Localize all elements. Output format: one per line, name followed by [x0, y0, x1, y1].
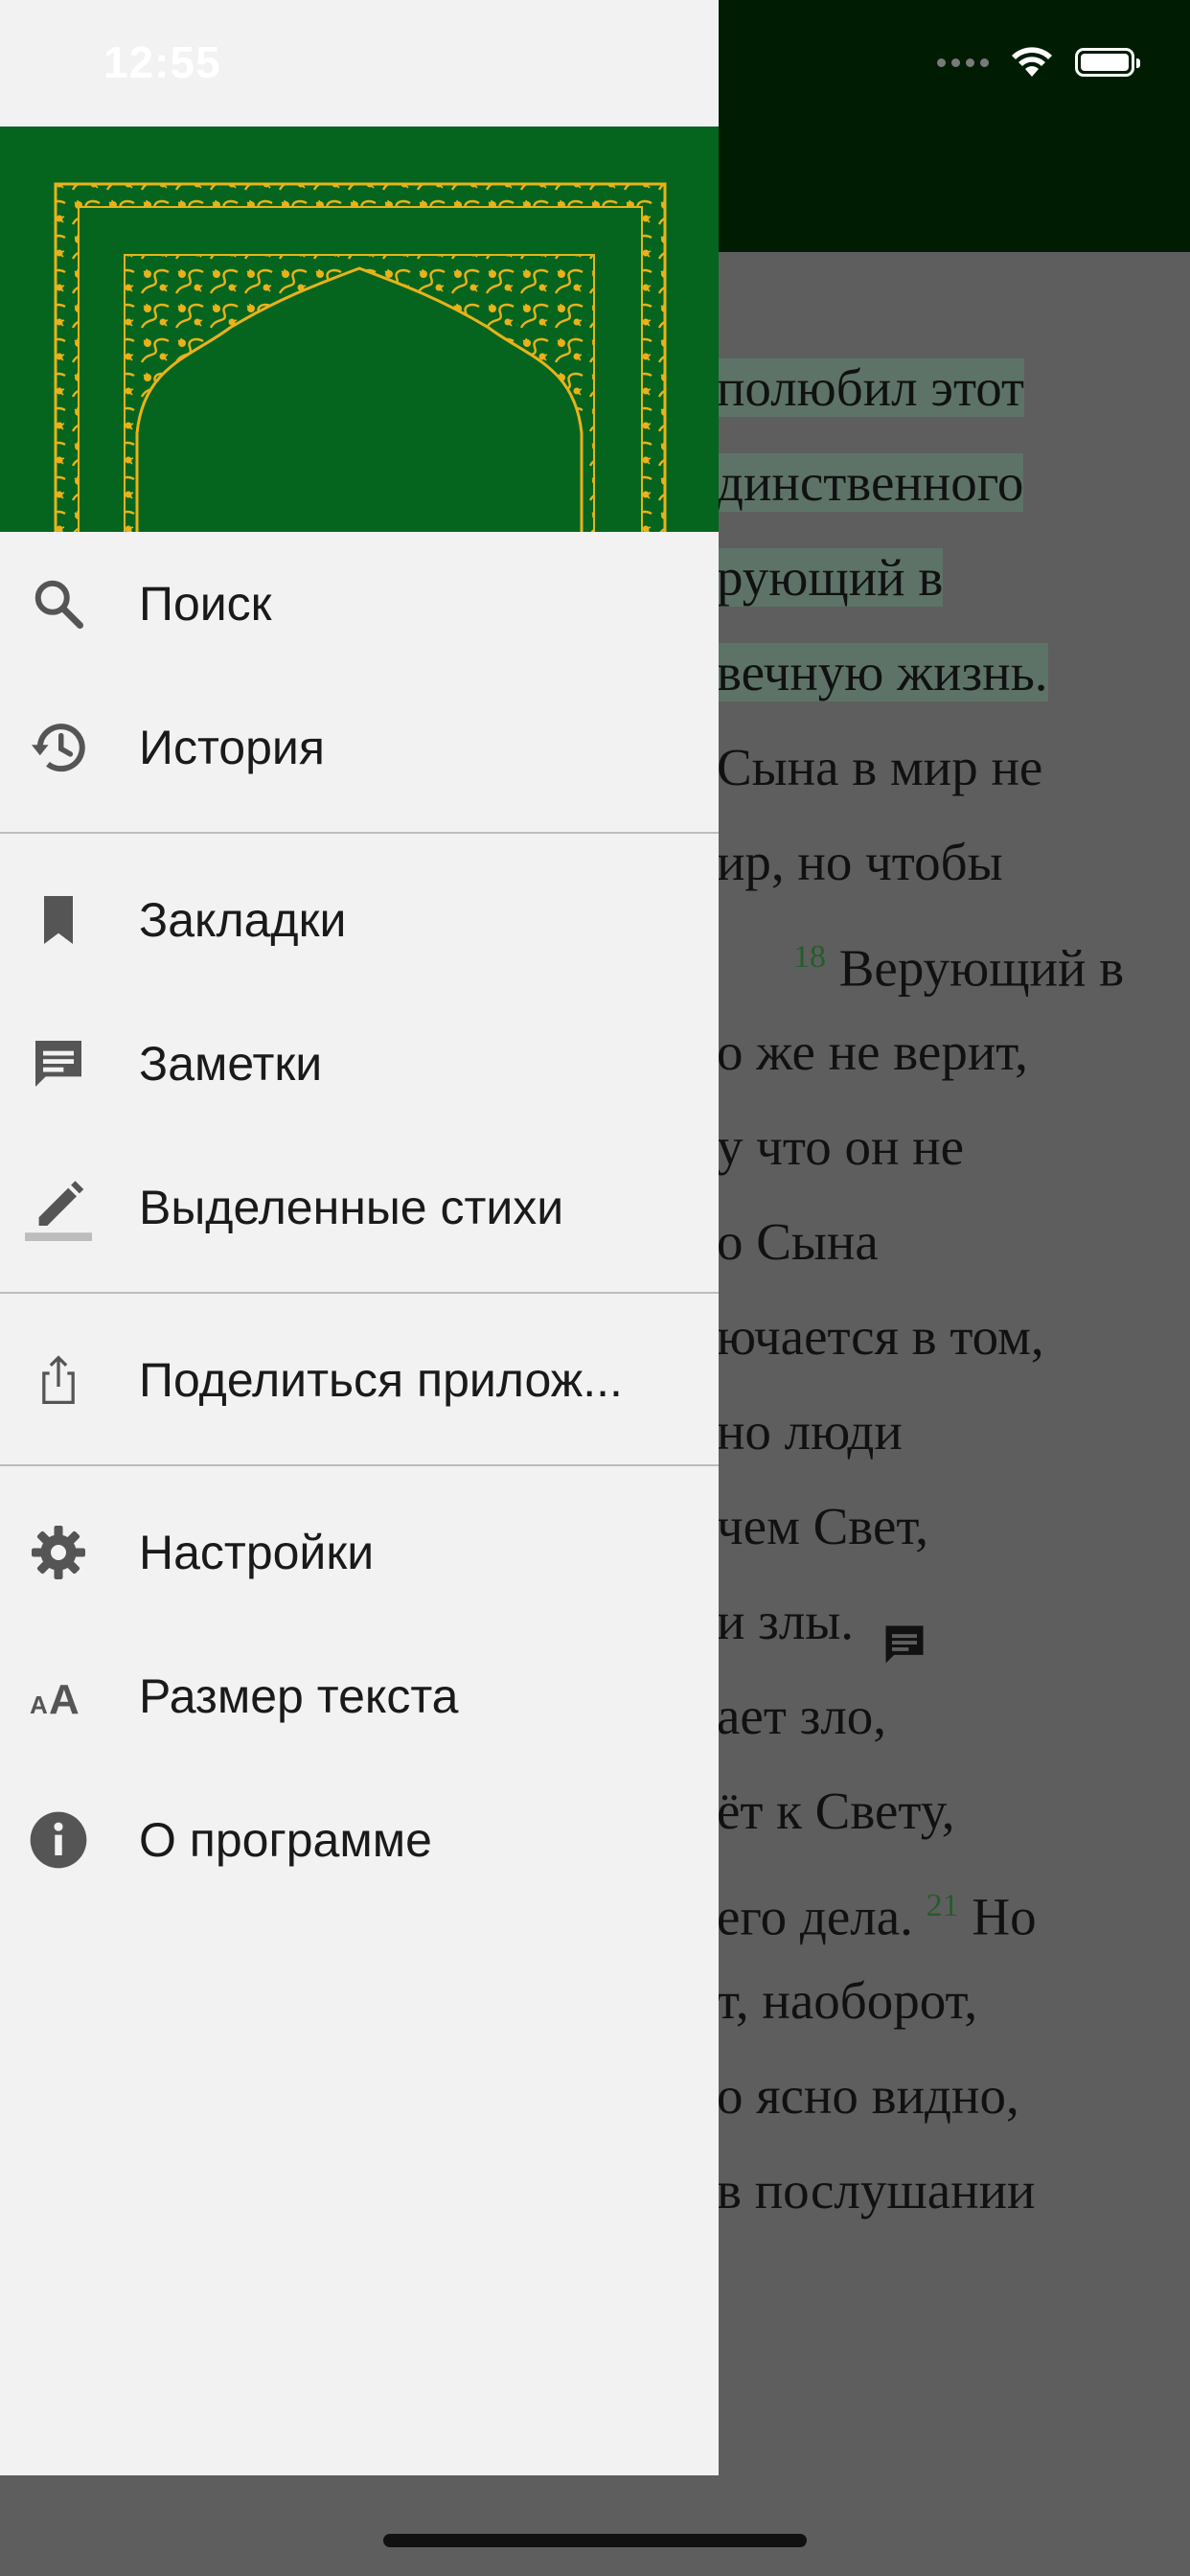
- reader-line: Сына в мир не: [717, 720, 1167, 815]
- reader-line: полюбил этот: [717, 340, 1167, 435]
- reader-line: чем Свет,: [717, 1479, 1167, 1574]
- reader-line-text: и злы.: [717, 1592, 855, 1650]
- reader-text: полюбил этот динственного рующий в вечную ж…: [717, 340, 1167, 2238]
- reader-line-text: о же не верит,: [717, 1023, 1028, 1081]
- highlighter-icon: [25, 1174, 92, 1241]
- reader-line-text: чем Свет,: [717, 1497, 929, 1555]
- menu-item-highlights-label: Выделенные стихи: [139, 1181, 564, 1234]
- reader-line: динственного: [717, 435, 1167, 530]
- verse-number: 18: [793, 939, 826, 975]
- menu-item-bookmarks-label: Закладки: [139, 893, 347, 947]
- reader-line: ёт к Свету,: [717, 1763, 1167, 1858]
- menu-divider: [0, 1464, 719, 1466]
- navigation-drawer: 12:55 Поиск История Закладки Заметки Выд…: [0, 0, 719, 2475]
- menu-item-share-label: Поделиться прилож...: [139, 1353, 623, 1407]
- reader-line-text: т, наоборот,: [717, 1971, 978, 2030]
- reader-line: вечную жизнь.: [717, 625, 1167, 720]
- status-time: 12:55: [103, 37, 221, 87]
- reader-line-text: о ясно видно,: [717, 2066, 1019, 2125]
- menu-divider: [0, 1292, 719, 1294]
- drawer-banner: [0, 126, 719, 532]
- reader-line: в послушании: [717, 2143, 1167, 2238]
- svg-text:A: A: [30, 1690, 48, 1719]
- reader-line-text: ир, но чтобы: [717, 833, 1003, 891]
- reader-line: и злы.: [717, 1574, 1167, 1668]
- home-indicator[interactable]: [383, 2534, 807, 2547]
- battery-icon: [1075, 48, 1140, 77]
- menu-item-history-label: История: [139, 721, 325, 774]
- reader-line: ючается в том,: [717, 1289, 1167, 1384]
- reader-line: о ясно видно,: [717, 2048, 1167, 2143]
- menu-item-text-size[interactable]: AA Размер текста: [0, 1624, 719, 1768]
- share-icon: [25, 1346, 92, 1414]
- reader-line: о Сына: [717, 1194, 1167, 1289]
- reader-line-text: ёт к Свету,: [717, 1782, 955, 1840]
- status-icons: [937, 46, 1140, 79]
- menu-divider: [0, 832, 719, 834]
- reader-line-text: его дела.: [717, 1887, 913, 1946]
- search-icon: [25, 570, 92, 637]
- reader-line-text: вечную жизнь.: [717, 643, 1048, 702]
- status-bar: 12:55: [0, 0, 719, 126]
- menu-item-share[interactable]: Поделиться прилож...: [0, 1308, 719, 1452]
- reader-line-text: Но: [958, 1887, 1037, 1946]
- reader-line: ир, но чтобы: [717, 815, 1167, 909]
- reader-line-text: полюбил этот: [717, 358, 1025, 417]
- menu-item-history[interactable]: История: [0, 676, 719, 819]
- reader-line-text: ючается в том,: [717, 1307, 1044, 1366]
- menu-item-settings[interactable]: Настройки: [0, 1481, 719, 1624]
- reader-line-text: но люди: [717, 1402, 903, 1460]
- ornament-frame-image: [54, 182, 667, 532]
- menu-item-about[interactable]: О программе: [0, 1768, 719, 1912]
- info-icon: [25, 1806, 92, 1874]
- reader-line: т, наоборот,: [717, 1953, 1167, 2048]
- reader-line-text: Верующий в: [838, 938, 1125, 998]
- menu-item-search[interactable]: Поиск: [0, 532, 719, 676]
- svg-text:A: A: [49, 1676, 80, 1719]
- reader-line: но люди: [717, 1384, 1167, 1479]
- reader-line: его дела. 21 Но: [717, 1858, 1167, 1953]
- gear-icon: [25, 1519, 92, 1586]
- note-marker-icon[interactable]: [880, 1620, 929, 1669]
- wifi-icon: [1012, 47, 1052, 77]
- menu-item-notes[interactable]: Заметки: [0, 992, 719, 1136]
- reader-line-text: Сына в мир не: [717, 738, 1043, 796]
- menu-item-search-label: Поиск: [139, 577, 272, 631]
- reader-line: у что он не: [717, 1099, 1167, 1194]
- bottom-area: [0, 2475, 1190, 2576]
- menu-item-text-size-label: Размер текста: [139, 1669, 459, 1723]
- reader-line-text: ает зло,: [717, 1687, 887, 1745]
- text-size-icon: AA: [25, 1663, 92, 1730]
- cellular-signal-icon: [937, 58, 989, 67]
- reader-line-text: у что он не: [717, 1117, 965, 1176]
- reader-line: ает зло,: [717, 1668, 1167, 1763]
- menu-item-notes-label: Заметки: [139, 1037, 323, 1091]
- verse-number: 21: [926, 1888, 959, 1923]
- menu-item-settings-label: Настройки: [139, 1526, 375, 1579]
- reader-line: 18 Верующий в: [717, 909, 1167, 1004]
- reader-line-text: рующий в: [717, 548, 944, 607]
- reader-line-text: в послушании: [717, 2161, 1036, 2220]
- history-icon: [25, 714, 92, 781]
- reader-line: о же не верит,: [717, 1004, 1167, 1099]
- reader-line-text: динственного: [717, 453, 1024, 512]
- menu-item-bookmarks[interactable]: Закладки: [0, 848, 719, 992]
- reader-line: рующий в: [717, 530, 1167, 625]
- note-icon: [25, 1030, 92, 1097]
- bookmark-icon: [25, 886, 92, 954]
- menu-item-highlights[interactable]: Выделенные стихи: [0, 1136, 719, 1279]
- menu-item-about-label: О программе: [139, 1813, 432, 1867]
- reader-line-text: о Сына: [717, 1212, 879, 1271]
